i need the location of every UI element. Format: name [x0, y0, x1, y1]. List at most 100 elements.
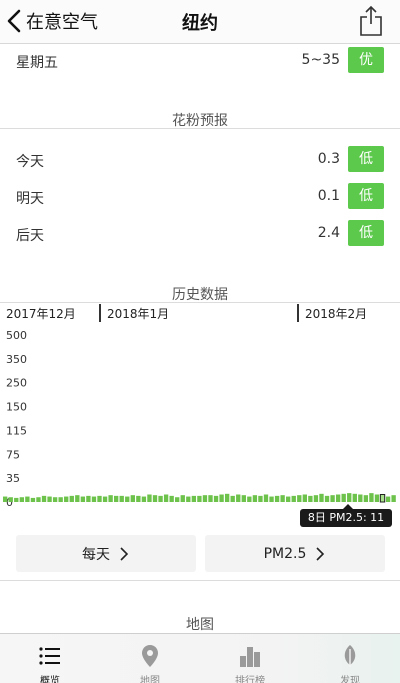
chart-bar[interactable] — [14, 497, 19, 502]
tab-discover[interactable]: 发现 — [300, 634, 400, 683]
chart-bar[interactable] — [269, 496, 274, 502]
chart-bar[interactable] — [241, 495, 246, 502]
chart-bar[interactable] — [136, 495, 141, 502]
chart-bar[interactable] — [280, 495, 285, 502]
chart-bar[interactable] — [180, 495, 185, 502]
chart-bar[interactable] — [80, 496, 86, 502]
divider — [0, 580, 400, 581]
chart-bar[interactable] — [324, 495, 330, 502]
chart-bar[interactable] — [347, 493, 352, 502]
chart-bar[interactable] — [385, 496, 391, 502]
chart-bar[interactable] — [130, 495, 135, 502]
period-button[interactable]: 每天 — [16, 535, 196, 572]
chart-bar[interactable] — [335, 494, 341, 503]
tab-label: 概览 — [40, 676, 60, 683]
chart-bar[interactable] — [125, 496, 130, 502]
chart-bar[interactable] — [64, 496, 69, 502]
chart-bar[interactable] — [313, 495, 319, 502]
chart-bar[interactable] — [274, 495, 280, 502]
chart-bar[interactable] — [186, 496, 191, 502]
chart-bar-selected[interactable] — [379, 494, 386, 503]
chart-bar[interactable] — [297, 495, 302, 502]
chart-bar[interactable] — [308, 495, 313, 502]
month-label: 2017年12月 — [6, 307, 76, 321]
chart-bar[interactable] — [286, 496, 291, 502]
chart-bar[interactable] — [3, 496, 8, 502]
chart-bar[interactable] — [258, 495, 263, 502]
chevron-right-icon — [120, 546, 129, 561]
chart-bar[interactable] — [169, 495, 174, 502]
chart-bar[interactable] — [236, 494, 241, 503]
chart-bar[interactable] — [152, 495, 158, 502]
chart-bar[interactable] — [224, 493, 230, 502]
month-tick — [99, 304, 101, 322]
chart-bar[interactable] — [247, 496, 252, 502]
forecast-range: 5~35 — [301, 52, 340, 68]
pollen-value: 0.1 — [317, 188, 340, 204]
chart-bar[interactable] — [52, 497, 58, 502]
history-chart[interactable]: 50035025015011575350 — [0, 322, 400, 512]
chart-bar[interactable] — [208, 495, 213, 502]
chart-bar[interactable] — [374, 494, 380, 503]
chart-bar[interactable] — [163, 494, 169, 503]
chart-bar[interactable] — [86, 495, 91, 502]
chart-bar[interactable] — [158, 495, 163, 502]
chart-bar[interactable] — [102, 496, 108, 502]
chart-bar[interactable] — [175, 497, 180, 502]
tab-map[interactable]: 地图 — [100, 634, 200, 683]
chart-bar[interactable] — [8, 497, 13, 502]
chart-bar[interactable] — [147, 494, 152, 503]
chart-bar[interactable] — [91, 496, 97, 502]
chart-bar[interactable] — [252, 495, 258, 502]
chart-bar[interactable] — [263, 494, 269, 503]
list-icon — [39, 647, 60, 665]
chart-bar[interactable] — [69, 495, 74, 502]
chart-bar[interactable] — [369, 493, 374, 502]
chart-bar[interactable] — [113, 495, 119, 502]
tab-bar: 概览 地图 排行榜 发现 — [0, 633, 400, 683]
tab-ranking[interactable]: 排行榜 — [200, 634, 300, 683]
chart-bar[interactable] — [319, 493, 324, 502]
y-tick-label: 250 — [6, 377, 27, 390]
pollen-value: 2.4 — [317, 225, 340, 241]
metric-button[interactable]: PM2.5 — [205, 535, 385, 572]
chart-bar[interactable] — [302, 494, 308, 503]
forecast-day: 星期五 — [16, 55, 58, 71]
chart-bar[interactable] — [75, 495, 80, 502]
chart-bar[interactable] — [47, 496, 52, 502]
chart-bar[interactable] — [219, 494, 224, 503]
back-button[interactable]: 在意空气 — [6, 6, 98, 36]
chart-bar[interactable] — [58, 497, 63, 502]
chart-bar[interactable] — [119, 495, 124, 502]
chart-bar[interactable] — [25, 496, 30, 502]
chart-bar[interactable] — [97, 495, 102, 502]
share-icon[interactable] — [358, 5, 384, 37]
chart-bar[interactable] — [191, 495, 197, 502]
chart-bar[interactable] — [202, 495, 208, 502]
y-tick-label: 500 — [6, 329, 27, 342]
chart-bar[interactable] — [363, 495, 369, 502]
metric-button-label: PM2.5 — [263, 545, 307, 562]
chart-bar[interactable] — [230, 495, 235, 502]
tab-overview[interactable]: 概览 — [0, 634, 100, 683]
chart-bar[interactable] — [358, 494, 363, 503]
chart-bar[interactable] — [391, 495, 396, 502]
leaf-icon — [344, 645, 356, 667]
chart-bar[interactable] — [197, 495, 202, 502]
chart-bar[interactable] — [108, 495, 113, 502]
month-label: 2018年2月 — [305, 307, 368, 321]
chart-bar[interactable] — [341, 493, 346, 502]
chart-bar[interactable] — [352, 493, 357, 502]
chart-bar[interactable] — [291, 495, 296, 502]
chart-bar[interactable] — [41, 495, 47, 502]
chart-tooltip: 8日 PM2.5: 11 — [300, 504, 392, 527]
chart-bar[interactable] — [36, 497, 41, 502]
back-label: 在意空气 — [26, 12, 98, 33]
chart-bar[interactable] — [19, 497, 24, 502]
chart-bar[interactable] — [330, 495, 335, 502]
aqi-badge: 优 — [348, 47, 384, 73]
chart-bar[interactable] — [141, 496, 147, 502]
chart-bar[interactable] — [30, 497, 36, 502]
chart-bar[interactable] — [213, 495, 219, 502]
pollen-badge: 低 — [348, 220, 384, 246]
